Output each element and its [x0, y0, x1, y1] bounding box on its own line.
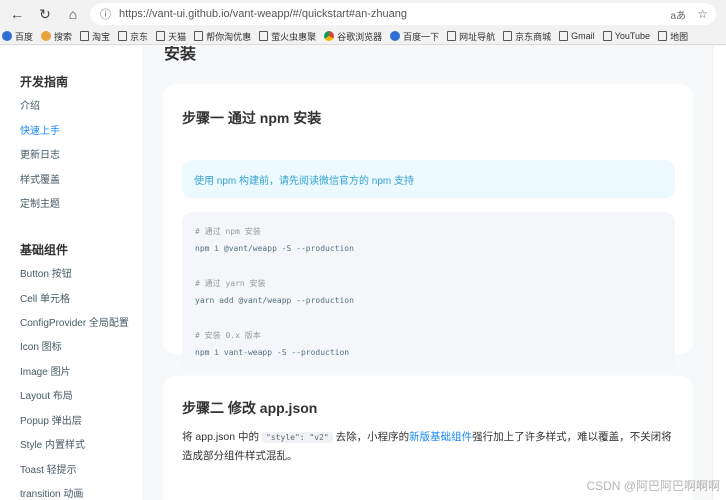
page-icon	[503, 31, 513, 41]
main-content: 安装 步骤一 通过 npm 安装 使用 npm 构建前，请先阅读微信官方的 np…	[142, 46, 726, 500]
bookmark-item[interactable]: 百度一下	[390, 30, 439, 43]
bookmark-item[interactable]: 淘宝	[80, 30, 110, 43]
page-icon	[194, 31, 204, 41]
url-text: https://vant-ui.github.io/vant-weapp/#/q…	[119, 8, 408, 20]
site-info-icon[interactable]: ⓘ	[100, 6, 111, 22]
bookmark-item[interactable]: 谷歌浏览器	[324, 30, 382, 43]
nav-group-title-basic: 基础组件	[20, 243, 69, 257]
sidebar-item-image[interactable]: Image 图片	[20, 363, 71, 378]
page-icon	[447, 31, 457, 41]
nav-group-title-dev-guide: 开发指南	[20, 75, 69, 89]
code-line: yarn add @vant/weapp --production	[195, 296, 354, 305]
sidebar-item-custom-theme[interactable]: 定制主题	[20, 195, 60, 210]
page-icon	[80, 31, 90, 41]
bookmark-item[interactable]: 天猫	[156, 30, 186, 43]
code-line: npm i vant-weapp -S --production	[195, 348, 350, 357]
page-icon	[118, 31, 128, 41]
bookmark-item[interactable]: 京东商城	[503, 30, 551, 43]
bookmark-item[interactable]: Gmail	[559, 31, 595, 41]
page-icon	[658, 31, 668, 41]
sidebar-item-transition[interactable]: transition 动画	[20, 485, 83, 500]
back-icon[interactable]: ←	[6, 3, 28, 25]
step2-title: 步骤二 修改 app.json	[182, 400, 318, 416]
sidebar-item-icon[interactable]: Icon 图标	[20, 338, 62, 353]
sidebar-item-config-provider[interactable]: ConfigProvider 全局配置	[20, 314, 129, 329]
sidebar-item-style[interactable]: Style 内置样式	[20, 436, 85, 451]
page-icon	[559, 31, 569, 41]
code-line: npm i @vant/weapp -S --production	[195, 244, 354, 253]
sidebar-item-toast[interactable]: Toast 轻提示	[20, 461, 77, 476]
new-basic-components-link[interactable]: 新版基础组件	[409, 431, 472, 443]
reload-icon[interactable]: ↻	[34, 3, 56, 25]
step1-title: 步骤一 通过 npm 安装	[182, 110, 322, 126]
sidebar-item-style-override[interactable]: 样式覆盖	[20, 171, 60, 186]
section-heading-install: 安装	[164, 46, 197, 63]
docs-sidebar: 开发指南 介绍 快速上手 更新日志 样式覆盖 定制主题 基础组件 Button …	[0, 46, 142, 500]
bookmark-item[interactable]: 百度	[2, 30, 33, 43]
sidebar-item-intro[interactable]: 介绍	[20, 97, 40, 112]
address-bar[interactable]: ⓘ https://vant-ui.github.io/vant-weapp/#…	[90, 3, 716, 25]
code-comment: # 通过 npm 安装	[195, 227, 261, 236]
reader-mode-icon[interactable]: aあ	[670, 7, 686, 22]
bookmark-item[interactable]: 搜索	[41, 30, 72, 43]
bookmark-star-icon[interactable]: ☆	[697, 7, 708, 21]
sidebar-item-changelog[interactable]: 更新日志	[20, 146, 60, 161]
right-panel-edge	[712, 46, 726, 500]
paw-icon	[390, 31, 401, 41]
chrome-icon	[324, 31, 335, 41]
page-icon	[156, 31, 166, 41]
sidebar-item-button[interactable]: Button 按钮	[20, 265, 72, 280]
watermark: CSDN @阿巴阿巴啊啊啊	[586, 479, 720, 493]
home-icon[interactable]: ⌂	[62, 3, 84, 25]
bookmark-item[interactable]: YouTube	[602, 31, 650, 41]
sidebar-item-layout[interactable]: Layout 布局	[20, 387, 73, 402]
bookmark-item[interactable]: 京东	[118, 30, 148, 43]
bookmark-item[interactable]: 地图	[658, 30, 688, 43]
paw-icon	[2, 31, 12, 41]
page-icon	[602, 31, 612, 41]
sidebar-item-quickstart[interactable]: 快速上手	[20, 122, 60, 137]
inline-code: "style": "v2"	[262, 432, 333, 443]
sidebar-item-popup[interactable]: Popup 弹出层	[20, 412, 82, 427]
sidebar-item-cell[interactable]: Cell 单元格	[20, 290, 70, 305]
bookmark-item[interactable]: 帮你淘优惠	[194, 30, 251, 43]
install-code-block: # 通过 npm 安装 npm i @vant/weapp -S --produ…	[182, 212, 675, 371]
code-comment: # 安装 0.x 版本	[195, 331, 261, 340]
step1-card: 步骤一 通过 npm 安装 使用 npm 构建前，请先阅读微信官方的 npm 支…	[163, 84, 693, 371]
search-icon	[41, 31, 52, 41]
code-comment: # 通过 yarn 安装	[195, 279, 266, 288]
npm-tip: 使用 npm 构建前，请先阅读微信官方的 npm 支持	[182, 160, 675, 198]
bookmarks-bar: 百度 搜索 淘宝 京东 天猫 帮你淘优惠 萤火虫惠聚 谷歌浏览器 百度一下 网址…	[0, 28, 726, 45]
browser-toolbar: ← ↻ ⌂ ⓘ https://vant-ui.github.io/vant-w…	[0, 0, 726, 28]
bookmark-item[interactable]: 萤火虫惠聚	[259, 30, 316, 43]
step2-paragraph: 将 app.json 中的 "style": "v2" 去除，小程序的新版基础组件强…	[182, 431, 672, 462]
bookmark-item[interactable]: 网址导航	[447, 30, 495, 43]
page-icon	[259, 31, 269, 41]
